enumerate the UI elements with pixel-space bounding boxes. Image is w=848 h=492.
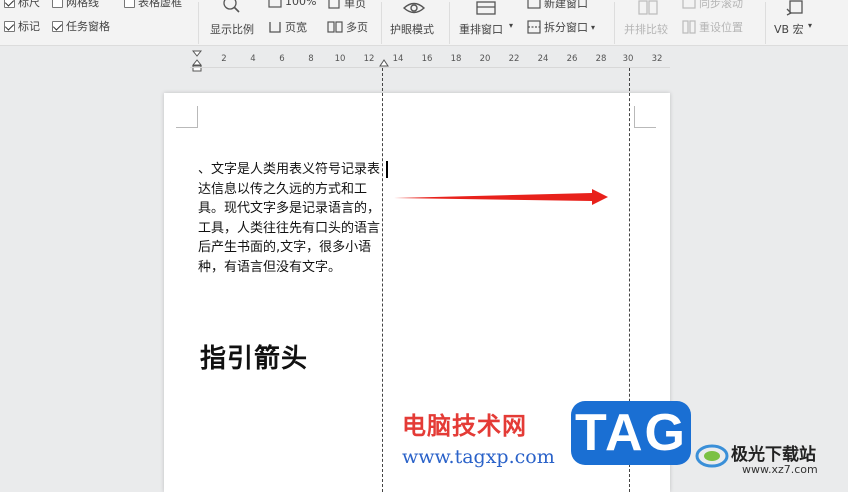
- ruler-tick: 16: [421, 54, 433, 64]
- new-window-icon: [527, 0, 541, 9]
- ruler-tick: 26: [566, 54, 578, 64]
- toolbar-separator: [765, 2, 766, 44]
- checkbox-mark-box[interactable]: [4, 20, 15, 32]
- zoom-100-icon: [268, 0, 282, 8]
- document-heading[interactable]: 指引箭头: [200, 338, 308, 375]
- ruler-tick: 10: [334, 54, 346, 64]
- multi-page-label: 多页: [346, 21, 368, 34]
- xz-logo-icon: [695, 444, 729, 468]
- reset-position-label: 重设位置: [699, 21, 743, 34]
- zoom-100-label: 100%: [285, 0, 317, 8]
- ruler-tick: 22: [508, 54, 520, 64]
- ruler-tick: 12: [363, 54, 375, 64]
- split-window-label: 拆分窗口: [544, 21, 588, 34]
- arrange-window-label: 重排窗口: [459, 23, 503, 36]
- checkbox-gridline-label: 网格线: [66, 0, 99, 9]
- ruler-tick: 18: [450, 54, 462, 64]
- vb-macro-button[interactable]: VB 宏 ▾: [770, 0, 822, 44]
- ruler-tick: 32: [651, 54, 663, 64]
- vb-macro-dropdown-icon: ▾: [808, 21, 813, 30]
- ruler-tick: 6: [279, 54, 285, 64]
- arrange-window-icon: [476, 1, 496, 15]
- side-by-side-button[interactable]: 并排比较: [620, 0, 676, 44]
- ruler-tick: 4: [250, 54, 256, 64]
- horizontal-ruler[interactable]: 2 4 6 8 10 12 14 16 18 20 22 24 26 28 30…: [190, 49, 670, 72]
- single-page-button[interactable]: 单页: [327, 0, 366, 11]
- sync-scroll-icon: [682, 0, 696, 9]
- toolbar-separator: [449, 2, 450, 44]
- show-ratio-button[interactable]: 显示比例: [206, 0, 260, 44]
- split-window-dropdown-icon: ▾: [591, 22, 596, 32]
- new-window-label: 新建窗口: [544, 0, 588, 10]
- multi-page-button[interactable]: 多页: [327, 19, 368, 35]
- text-cursor: [386, 161, 388, 178]
- ruler-checkbox[interactable]: 标尺: [4, 0, 40, 10]
- checkbox-task-pane-label: 任务窗格: [66, 20, 110, 33]
- reset-position-icon: [682, 20, 696, 34]
- new-window-button[interactable]: 新建窗口: [527, 0, 588, 11]
- watermark-site-title: 电脑技术网: [402, 412, 527, 440]
- column-marker-icon[interactable]: [379, 59, 389, 67]
- watermark-site-url: www.tagxp.com: [402, 446, 555, 468]
- task-pane-checkbox[interactable]: 任务窗格: [52, 18, 110, 34]
- checkbox-table-frame-box[interactable]: [124, 0, 135, 8]
- page-corner-mark: [634, 106, 656, 128]
- checkbox-gridline-box[interactable]: [52, 0, 63, 8]
- sync-scroll-label: 同步滚动: [699, 0, 743, 10]
- multi-page-icon: [327, 21, 343, 33]
- ruler-tick: 24: [537, 54, 549, 64]
- single-page-icon: [328, 0, 340, 9]
- page-width-icon: [269, 22, 281, 33]
- watermark-xz-url: www.xz7.com: [742, 463, 818, 476]
- split-window-button[interactable]: 拆分窗口 ▾: [527, 19, 595, 35]
- sync-scroll-button[interactable]: 同步滚动: [682, 0, 743, 11]
- vb-macro-label: VB 宏: [774, 23, 804, 36]
- zoom-icon: [223, 0, 240, 13]
- eye-icon: [402, 2, 426, 14]
- side-by-side-label: 并排比较: [624, 23, 668, 36]
- pointer-arrow[interactable]: [392, 186, 612, 208]
- watermark-xz-name: 极光下载站: [731, 445, 816, 465]
- ruler-tick: 28: [595, 54, 607, 64]
- checkbox-ruler-box[interactable]: [4, 0, 15, 8]
- document-body-text[interactable]: 、文字是人类用表义符号记录表达信息以传之久远的方式和工具。现代文字多是记录语言的…: [198, 160, 384, 295]
- tag-logo-badge: TAG: [571, 401, 691, 465]
- toolbar-separator: [198, 2, 199, 44]
- ruler-baseline: [190, 67, 670, 68]
- table-frame-checkbox[interactable]: 表格虚框: [124, 0, 182, 10]
- arrange-window-button[interactable]: 重排窗口 ▾: [456, 0, 518, 44]
- page-width-label: 页宽: [285, 21, 307, 34]
- checkbox-task-pane-box[interactable]: [52, 20, 63, 32]
- mark-checkbox[interactable]: 标记: [4, 18, 40, 34]
- eye-mode-label: 护眼模式: [390, 23, 434, 36]
- ruler-tick: 20: [479, 54, 491, 64]
- arrange-window-dropdown-icon: ▾: [509, 21, 514, 30]
- gridline-checkbox[interactable]: 网格线: [52, 0, 99, 10]
- column-guide-line: [382, 68, 383, 492]
- indent-marker-icon[interactable]: [192, 50, 202, 72]
- checkbox-ruler-label: 标尺: [18, 0, 40, 9]
- ruler-tick: 30: [622, 54, 634, 64]
- ruler-tick: 2: [221, 54, 227, 64]
- toolbar-separator: [614, 2, 615, 44]
- checkbox-mark-label: 标记: [18, 20, 40, 33]
- reset-position-button[interactable]: 重设位置: [682, 19, 743, 35]
- view-ribbon: 标尺 网格线 表格虚框 标记 任务窗格 显示比例 100% 页宽 单页 多页 护…: [0, 0, 848, 46]
- page-corner-mark: [176, 106, 198, 128]
- zoom-100-button[interactable]: 100%: [268, 0, 316, 8]
- macro-icon: [786, 0, 803, 16]
- show-ratio-label: 显示比例: [210, 23, 254, 36]
- side-by-side-icon: [638, 0, 658, 15]
- ruler-tick: 14: [392, 54, 404, 64]
- page-width-button[interactable]: 页宽: [268, 19, 307, 35]
- ruler-tick: 8: [308, 54, 314, 64]
- single-page-label: 单页: [344, 0, 366, 10]
- checkbox-table-frame-label: 表格虚框: [138, 0, 182, 9]
- split-window-icon: [527, 20, 541, 34]
- eye-mode-button[interactable]: 护眼模式: [386, 0, 442, 44]
- toolbar-separator: [381, 2, 382, 44]
